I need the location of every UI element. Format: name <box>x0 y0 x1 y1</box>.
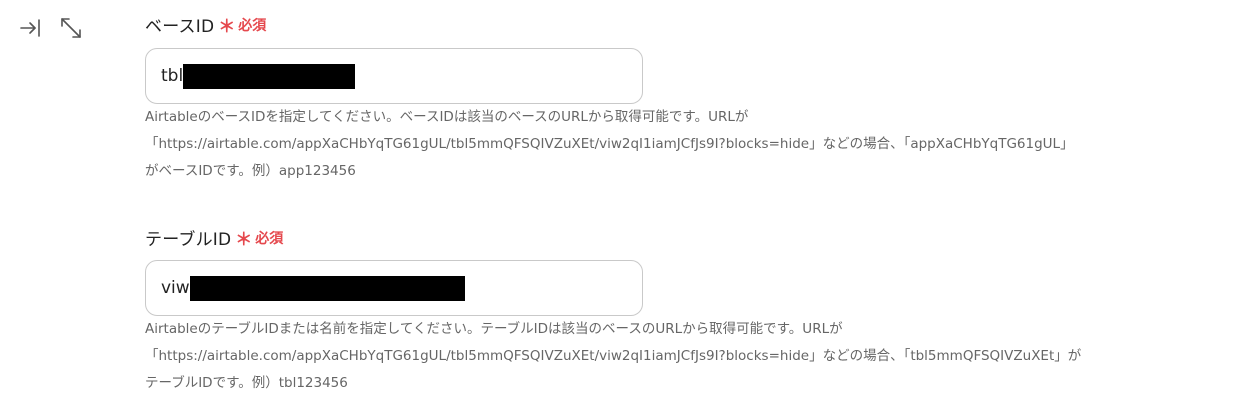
help-line: AirtableのベースIDを指定してください。ベースIDは該当のベースのURL… <box>145 109 749 125</box>
required-badge: 必須 <box>255 230 284 247</box>
base-id-help: AirtableのベースIDを指定してください。ベースIDは該当のベースのURL… <box>145 104 1105 185</box>
required-star-icon: ＊ <box>235 230 253 250</box>
redacted-value <box>189 275 465 301</box>
table-id-input-value: viw <box>161 278 190 298</box>
collapse-panel-button[interactable] <box>18 15 44 41</box>
help-line: テーブルIDです。例）tbl123456 <box>145 375 348 391</box>
help-line: 「https://airtable.com/appXaCHbYqTG61gUL/… <box>145 348 1082 364</box>
table-id-input[interactable]: viw <box>145 260 643 316</box>
help-line: 「https://airtable.com/appXaCHbYqTG61gUL/… <box>145 136 1074 152</box>
table-id-help: AirtableのテーブルIDまたは名前を指定してください。テーブルIDは該当の… <box>145 316 1105 397</box>
base-id-label-row: ベースID ＊ 必須 <box>145 12 266 37</box>
required-star-icon: ＊ <box>218 17 236 37</box>
required-badge: 必須 <box>238 17 267 34</box>
help-line: がベースIDです。例）app123456 <box>145 163 356 179</box>
table-id-label: テーブルID <box>145 230 232 250</box>
expand-diagonal-icon <box>61 18 81 38</box>
expand-panel-button[interactable] <box>58 15 84 41</box>
redacted-value <box>183 63 356 89</box>
help-line: AirtableのテーブルIDまたは名前を指定してください。テーブルIDは該当の… <box>145 321 843 337</box>
base-id-input[interactable]: tbl <box>145 48 643 104</box>
base-id-label: ベースID <box>145 17 215 37</box>
base-id-input-value: tbl <box>161 66 184 86</box>
table-id-label-row: テーブルID ＊ 必須 <box>145 225 283 250</box>
collapse-to-right-icon <box>20 19 40 37</box>
